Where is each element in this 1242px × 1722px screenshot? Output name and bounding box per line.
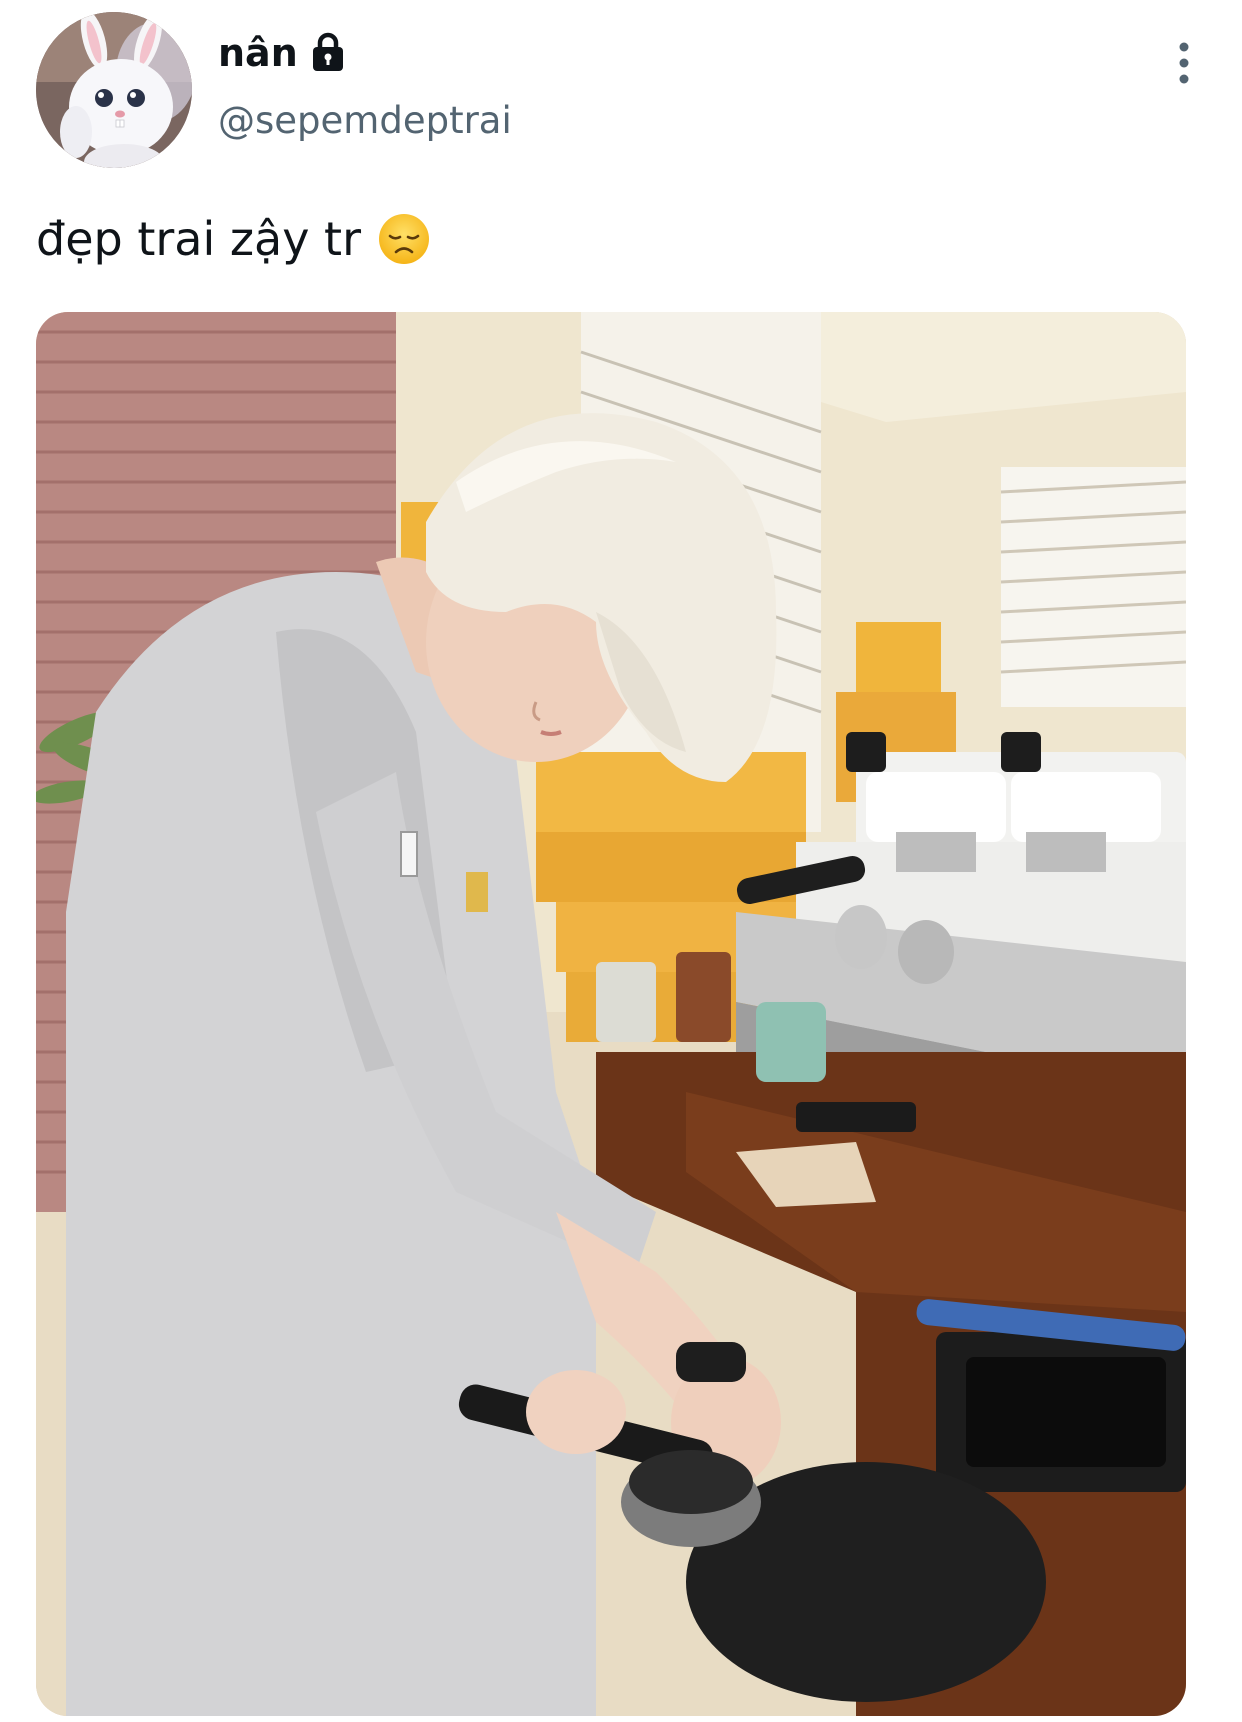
author-handle[interactable]: @sepemdeptrai — [218, 96, 512, 146]
tweet-text: đẹp trai zậy tr — [36, 208, 431, 270]
barista-photo-image — [36, 312, 1186, 1716]
more-vertical-icon — [1179, 42, 1189, 84]
tweet-text-content: đẹp trai zậy tr — [36, 212, 361, 266]
display-name[interactable]: nân — [218, 28, 298, 78]
avatar[interactable] — [36, 12, 192, 168]
more-options-button[interactable] — [1160, 34, 1208, 92]
author-name-row: nân — [218, 28, 348, 78]
bunny-avatar-icon — [36, 12, 192, 168]
tweet-photo[interactable] — [36, 312, 1186, 1716]
disappointed-face-emoji-icon — [377, 212, 431, 266]
lock-icon — [308, 32, 348, 74]
tweet: nân @sepemdeptrai đẹp trai zậy tr — [0, 0, 1242, 1722]
